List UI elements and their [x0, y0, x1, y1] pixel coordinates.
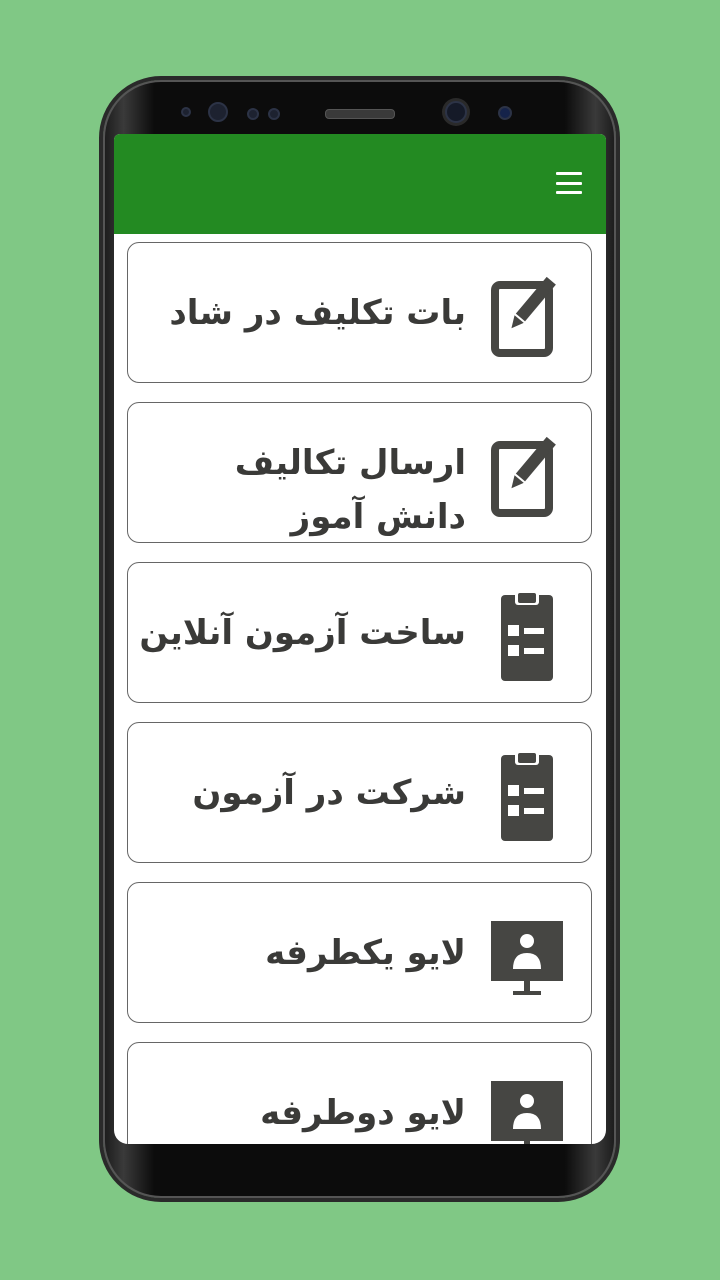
menu-card-take-exam[interactable]: شرکت در آزمون: [127, 722, 592, 863]
presenter-screen-icon: [491, 921, 563, 995]
menu-card-label: ارسال تکالیف دانش آموز: [234, 443, 466, 537]
iris-sensor: [208, 102, 228, 122]
edit-icon: [491, 436, 556, 517]
earpiece-speaker: [325, 109, 395, 119]
menu-card-label: بات تکلیف در شاد: [169, 292, 466, 333]
sensor-dot: [268, 108, 280, 120]
menu-card-label: ساخت آزمون آنلاین: [139, 612, 466, 653]
menu-card-label: شرکت در آزمون: [192, 772, 466, 813]
app-bar: [114, 134, 606, 234]
edit-icon: [491, 276, 556, 357]
clipboard-list-icon: [501, 591, 553, 681]
menu-card-two-way-live[interactable]: لایو دوطرفه: [127, 1042, 592, 1144]
menu-card-label: لایو یکطرفه: [265, 932, 466, 973]
menu-card-homework-bot[interactable]: بات تکلیف در شاد: [127, 242, 592, 383]
presenter-screen-icon: [491, 1081, 563, 1144]
menu-card-create-online-exam[interactable]: ساخت آزمون آنلاین: [127, 562, 592, 703]
sensor-dot: [181, 107, 191, 117]
menu-card-send-homework[interactable]: ارسال تکالیف دانش آموز: [127, 402, 592, 543]
hamburger-menu-icon[interactable]: [556, 170, 582, 196]
clipboard-list-icon: [501, 751, 553, 841]
proximity-sensor: [498, 106, 512, 120]
front-camera: [445, 101, 467, 123]
menu-card-label: لایو دوطرفه: [260, 1092, 466, 1133]
sensor-dot: [247, 108, 259, 120]
menu-card-one-way-live[interactable]: لایو یکطرفه: [127, 882, 592, 1023]
app-screen: بات تکلیف در شاد ارسال تکالیف دانش آموز …: [114, 134, 606, 1144]
